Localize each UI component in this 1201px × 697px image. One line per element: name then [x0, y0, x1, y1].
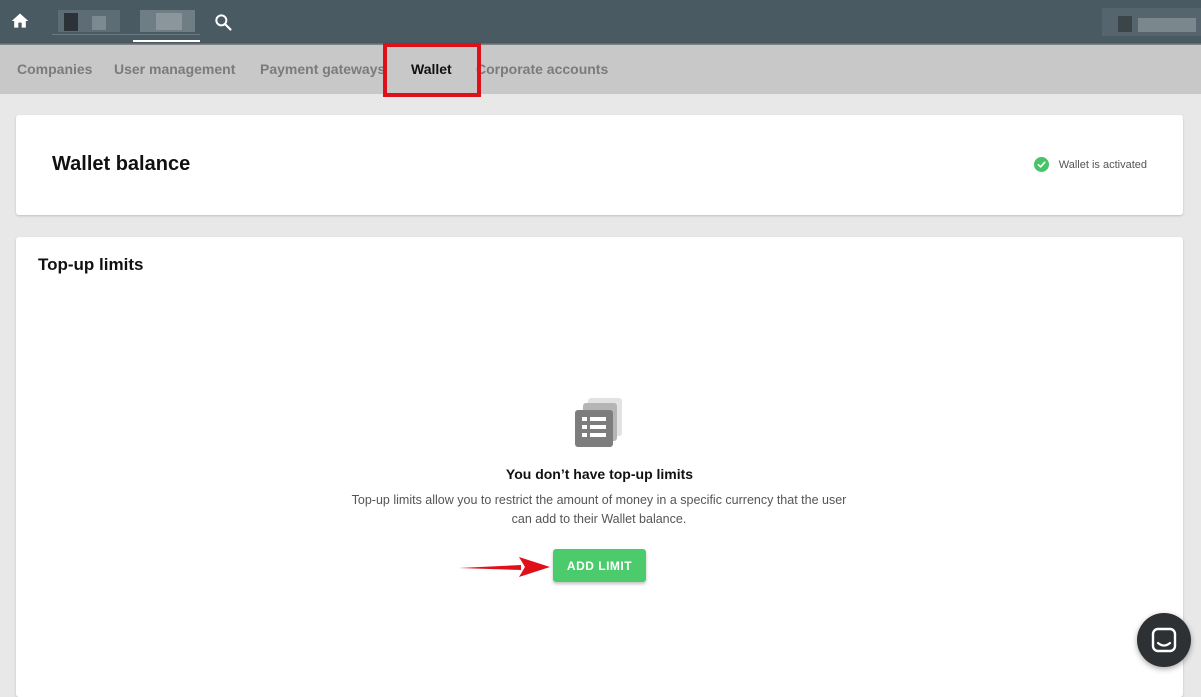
empty-state-heading: You don’t have top-up limits	[505, 466, 694, 482]
blurred-user-name	[1138, 18, 1196, 32]
empty-state-description: Top-up limits allow you to restrict the …	[351, 493, 847, 526]
blurred-logo-part	[92, 16, 106, 30]
wallet-balance-card: Wallet balance Wallet is activated	[16, 115, 1183, 215]
app-tab-divider	[52, 34, 200, 35]
blurred-app-name-part	[156, 13, 182, 30]
search-button[interactable]	[210, 9, 236, 35]
top-navigation-bar	[0, 0, 1201, 44]
tab-corporate-accounts[interactable]: Corporate accounts	[476, 45, 608, 94]
wallet-status: Wallet is activated	[1033, 157, 1147, 172]
add-limit-button[interactable]: ADD LIMIT	[553, 549, 646, 582]
wallet-balance-title: Wallet balance	[52, 153, 191, 175]
section-tabs: Companies User management Payment gatewa…	[0, 45, 1201, 94]
red-arrow-annotation	[459, 557, 550, 577]
blurred-logo-part	[64, 13, 78, 31]
chat-icon	[1151, 627, 1177, 653]
tab-wallet[interactable]: Wallet	[411, 45, 452, 94]
home-button[interactable]	[7, 8, 33, 34]
topup-limits-title: Top-up limits	[38, 255, 144, 274]
list-document-icon	[575, 398, 622, 447]
check-circle-icon	[1033, 157, 1049, 172]
tab-user-management[interactable]: User management	[114, 45, 235, 94]
blurred-user-avatar	[1118, 16, 1132, 32]
topup-limits-card: Top-up limits You don’t have top-up limi…	[16, 237, 1183, 697]
home-icon	[11, 13, 29, 28]
tab-payment-gateways[interactable]: Payment gateways	[260, 45, 385, 94]
wallet-status-text: Wallet is activated	[1058, 158, 1147, 171]
search-icon	[215, 14, 232, 31]
chat-launcher-button[interactable]	[1137, 613, 1191, 667]
tab-companies[interactable]: Companies	[17, 45, 92, 94]
